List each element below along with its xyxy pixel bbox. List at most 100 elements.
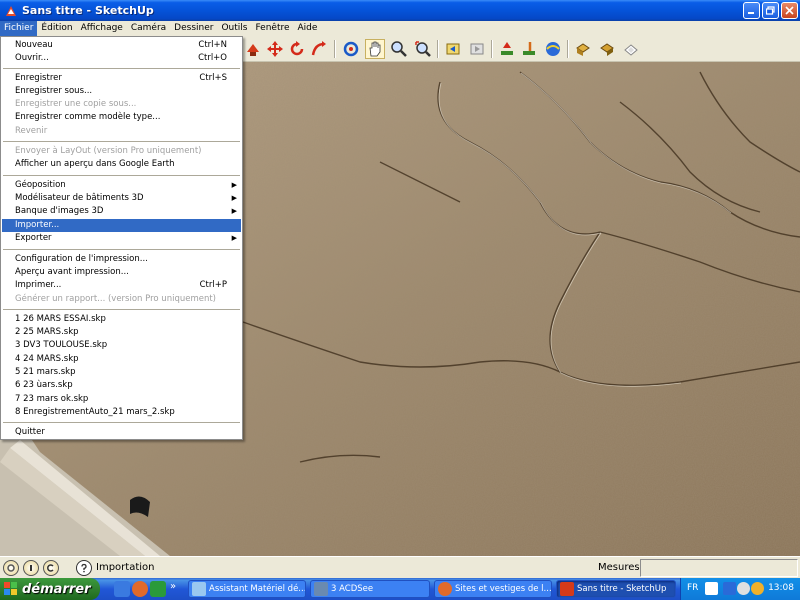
zoom-icon[interactable] bbox=[389, 39, 409, 59]
move-icon[interactable] bbox=[265, 39, 285, 59]
menu-dessiner[interactable]: Dessiner bbox=[170, 21, 217, 36]
security-tray-icon[interactable] bbox=[751, 582, 764, 595]
menu-item-apercu-impression[interactable]: Aperçu avant impression... bbox=[2, 266, 241, 279]
measurements-label: Mesures bbox=[598, 562, 640, 573]
window-title: Sans titre - SketchUp bbox=[22, 4, 154, 17]
recent-file-item[interactable]: 1 26 MARS ESSAI.skp bbox=[2, 313, 241, 326]
recent-file-item[interactable]: 5 21 mars.skp bbox=[2, 366, 241, 379]
recent-file-item[interactable]: 6 23 ùars.skp bbox=[2, 379, 241, 392]
submenu-arrow-icon: ▶ bbox=[231, 181, 237, 189]
help-icon[interactable] bbox=[76, 560, 92, 576]
menu-item-enregistrer[interactable]: Enregistrer Ctrl+S bbox=[2, 72, 241, 85]
toggle-terrain-icon[interactable] bbox=[519, 39, 539, 59]
start-button[interactable]: démarrer bbox=[0, 578, 100, 600]
close-button[interactable] bbox=[781, 2, 798, 19]
follow-me-icon[interactable] bbox=[309, 39, 329, 59]
measurements-input[interactable] bbox=[640, 559, 798, 577]
recent-file-item[interactable]: 8 EnregistrementAuto_21 mars_2.skp bbox=[2, 406, 241, 419]
taskbar-item[interactable]: 3 ACDSee bbox=[310, 580, 430, 598]
menu-affichage[interactable]: Affichage bbox=[77, 21, 127, 36]
menu-item-modelisateur-batiments[interactable]: Modélisateur de bâtiments 3D ▶ bbox=[2, 192, 241, 205]
push-pull-icon[interactable] bbox=[243, 39, 263, 59]
toolbar-separator bbox=[437, 40, 439, 58]
system-tray: FR 13:08 bbox=[680, 578, 800, 600]
taskbar-item[interactable]: Sites et vestiges de l... bbox=[434, 580, 552, 598]
minimize-icon bbox=[748, 12, 754, 14]
menu-item-imprimer[interactable]: Imprimer... Ctrl+P bbox=[2, 279, 241, 292]
maximize-button[interactable] bbox=[762, 2, 779, 19]
menu-camera[interactable]: Caméra bbox=[127, 21, 170, 36]
menu-outils[interactable]: Outils bbox=[217, 21, 251, 36]
previous-view-icon[interactable] bbox=[443, 39, 463, 59]
close-icon bbox=[785, 6, 794, 15]
menu-separator bbox=[3, 141, 240, 142]
menu-item-exporter[interactable]: Exporter ▶ bbox=[2, 232, 241, 245]
toolbar-separator bbox=[334, 40, 336, 58]
get-models-icon[interactable] bbox=[543, 39, 563, 59]
status-bar: Importation Mesures bbox=[0, 556, 800, 578]
quicklaunch-app-icon[interactable] bbox=[150, 581, 166, 597]
menu-separator bbox=[3, 249, 240, 250]
menu-item-generer-rapport: Générer un rapport... (version Pro uniqu… bbox=[15, 294, 217, 304]
quicklaunch-ie-icon[interactable] bbox=[114, 581, 130, 597]
toolbar-separator bbox=[567, 40, 569, 58]
materials-icon[interactable] bbox=[621, 39, 641, 59]
menu-fenetre[interactable]: Fenêtre bbox=[251, 21, 293, 36]
language-indicator[interactable]: FR bbox=[687, 583, 698, 593]
copyright-status-icon[interactable] bbox=[43, 560, 59, 576]
recent-file-item[interactable]: 7 23 mars ok.skp bbox=[2, 393, 241, 406]
quicklaunch-firefox-icon[interactable] bbox=[132, 581, 148, 597]
menu-aide[interactable]: Aide bbox=[294, 21, 322, 36]
taskbar: démarrer » Assistant Matériel dé... 3 AC… bbox=[0, 578, 800, 600]
add-location-icon[interactable] bbox=[497, 39, 517, 59]
menu-fichier[interactable]: Fichier bbox=[0, 21, 38, 36]
menu-separator bbox=[3, 68, 240, 69]
components-icon[interactable] bbox=[597, 39, 617, 59]
menu-item-nouveau[interactable]: Nouveau Ctrl+N bbox=[2, 39, 241, 52]
menu-item-importer[interactable]: Importer... bbox=[2, 219, 241, 232]
next-view-icon[interactable] bbox=[467, 39, 487, 59]
sketchup-app-icon bbox=[6, 5, 16, 16]
title-bar[interactable]: Sans titre - SketchUp bbox=[0, 0, 800, 21]
recent-file-item[interactable]: 4 24 MARS.skp bbox=[2, 353, 241, 366]
menu-separator bbox=[3, 422, 240, 423]
menu-separator bbox=[3, 309, 240, 310]
status-text: Importation bbox=[96, 562, 155, 573]
quicklaunch-chevron-icon[interactable]: » bbox=[170, 581, 176, 592]
recent-file-item[interactable]: 2 25 MARS.skp bbox=[2, 326, 241, 339]
menu-item-banque-images[interactable]: Banque d'images 3D ▶ bbox=[2, 205, 241, 218]
menu-item-revenir: Revenir bbox=[15, 126, 48, 136]
sketchup-icon bbox=[560, 582, 574, 596]
recent-file-item[interactable]: 3 DV3 TOULOUSE.skp bbox=[2, 339, 241, 352]
orbit-icon[interactable] bbox=[341, 39, 361, 59]
menu-item-apercu-google-earth[interactable]: Afficher un aperçu dans Google Earth bbox=[2, 158, 241, 171]
firefox-icon bbox=[438, 582, 452, 596]
share-model-icon[interactable] bbox=[573, 39, 593, 59]
menu-item-ouvrir[interactable]: Ouvrir... Ctrl+O bbox=[2, 52, 241, 65]
clock: 13:08 bbox=[768, 583, 794, 593]
rotate-icon[interactable] bbox=[287, 39, 307, 59]
taskbar-item-active[interactable]: Sans titre - SketchUp bbox=[556, 580, 676, 598]
minimize-button[interactable] bbox=[743, 2, 760, 19]
hardware-wizard-icon bbox=[192, 582, 206, 596]
network-tray-icon[interactable] bbox=[723, 582, 736, 595]
submenu-arrow-icon: ▶ bbox=[231, 234, 237, 242]
menu-separator bbox=[3, 175, 240, 176]
credits-status-icon[interactable] bbox=[23, 560, 39, 576]
geolocation-status-icon[interactable] bbox=[3, 560, 19, 576]
volume-tray-icon[interactable] bbox=[737, 582, 750, 595]
taskbar-item[interactable]: Assistant Matériel dé... bbox=[188, 580, 306, 598]
menu-item-geoposition[interactable]: Géoposition ▶ bbox=[2, 179, 241, 192]
start-label: démarrer bbox=[22, 581, 91, 597]
menu-item-enregistrer-modele[interactable]: Enregistrer comme modèle type... bbox=[2, 111, 241, 124]
menu-item-configuration-impression[interactable]: Configuration de l'impression... bbox=[2, 253, 241, 266]
zoom-extents-icon[interactable] bbox=[413, 39, 433, 59]
windows-logo-icon bbox=[4, 582, 17, 595]
menu-edition[interactable]: Édition bbox=[37, 21, 76, 36]
toolbar-separator bbox=[491, 40, 493, 58]
pan-icon[interactable] bbox=[365, 39, 385, 59]
help-tray-icon[interactable] bbox=[705, 582, 718, 595]
menu-bar: Fichier Édition Affichage Caméra Dessine… bbox=[0, 21, 800, 36]
menu-item-enregistrer-sous[interactable]: Enregistrer sous... bbox=[2, 85, 241, 98]
menu-item-quitter[interactable]: Quitter bbox=[2, 426, 241, 439]
